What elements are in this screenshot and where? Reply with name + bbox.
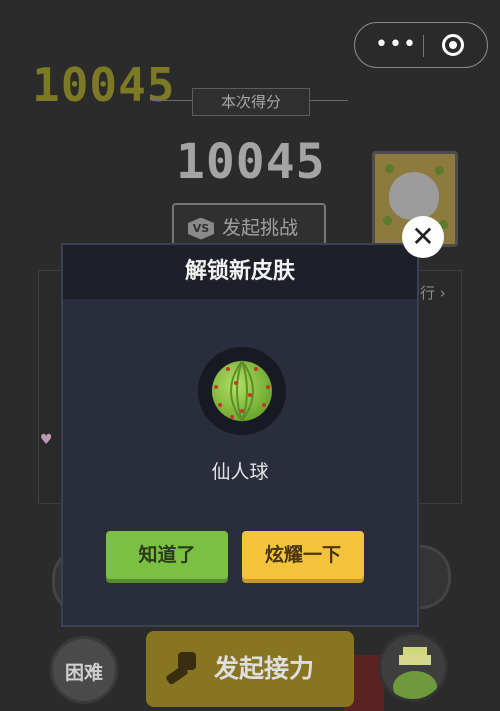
best-score: 10045 <box>32 58 176 112</box>
ranking-more-link[interactable]: 行 › <box>420 282 446 303</box>
challenge-label: 发起挑战 <box>222 217 299 239</box>
score-label-banner: 本次得分 <box>152 86 348 116</box>
skin-name: 仙人球 <box>211 461 269 483</box>
vs-icon: VS <box>188 217 214 240</box>
capsule-divider <box>423 35 424 57</box>
current-score: 10045 <box>176 134 326 190</box>
baton-hand-icon <box>166 652 196 685</box>
cactus-ball-icon <box>212 360 272 422</box>
hat-character-icon <box>393 647 437 699</box>
relay-label: 发起接力 <box>214 654 315 683</box>
close-icon[interactable]: ✕ <box>402 216 444 258</box>
cat-avatar-icon <box>389 172 439 220</box>
skin-shop-button[interactable] <box>378 632 448 702</box>
skin-preview <box>198 347 286 435</box>
mini-program-capsule: ••• <box>354 22 488 68</box>
dialog-title: 解锁新皮肤 <box>63 245 417 299</box>
show-off-button[interactable]: 炫耀一下 <box>242 531 364 579</box>
relay-button[interactable]: 发起接力 <box>146 631 354 707</box>
difficulty-button[interactable]: 困难 <box>50 636 118 704</box>
heart-icon: ♥ <box>40 432 53 448</box>
got-it-button[interactable]: 知道了 <box>106 531 228 579</box>
right-control-button[interactable] <box>420 545 451 609</box>
more-dots-icon[interactable]: ••• <box>375 34 417 56</box>
score-label: 本次得分 <box>192 88 310 116</box>
target-icon[interactable] <box>442 34 464 56</box>
unlock-skin-dialog: 解锁新皮肤 仙人球 知道了 炫耀一下 <box>61 243 419 627</box>
